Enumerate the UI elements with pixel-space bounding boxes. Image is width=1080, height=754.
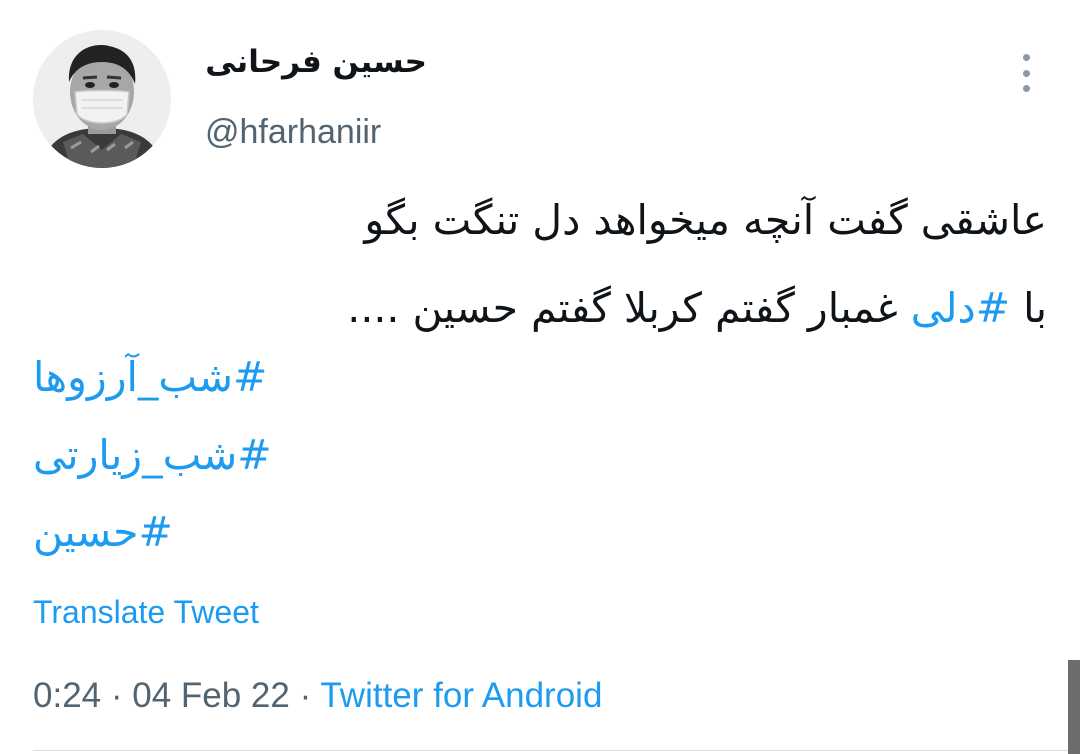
tweet-time[interactable]: 0:24: [33, 676, 101, 715]
translate-tweet-link[interactable]: Translate Tweet: [33, 594, 259, 631]
tweet-text-line-1: عاشقی گفت آنچه میخواهد دل تنگت بگو: [364, 196, 1047, 244]
scrollbar[interactable]: [1068, 660, 1080, 754]
more-dot: [1022, 85, 1030, 92]
meta-separator: ·: [289, 676, 321, 715]
avatar[interactable]: [33, 30, 171, 168]
divider: [33, 750, 1080, 751]
more-dot: [1022, 69, 1030, 77]
hashtag-link-inline[interactable]: #دلی: [911, 284, 1010, 332]
tweet-metadata: 0:24 · 04 Feb 22 · Twitter for Android: [33, 676, 602, 716]
tweet-source-link[interactable]: Twitter for Android: [320, 676, 602, 715]
tweet-text-line-2: با #دلی غمبار گفتم کربلا گفتم حسین ....: [347, 288, 1047, 329]
profile-photo: [33, 30, 171, 168]
tweet-date[interactable]: 04 Feb 22: [132, 676, 290, 715]
hashtag-link[interactable]: #شب_آرزوها: [33, 357, 267, 398]
author-display-name[interactable]: حسین فرحانی: [205, 44, 427, 80]
author-handle[interactable]: @hfarhaniir: [205, 113, 381, 152]
hashtag-link[interactable]: #حسین: [33, 512, 173, 553]
tweet-text-segment: با: [1010, 284, 1047, 332]
more-vertical-icon[interactable]: [1006, 52, 1046, 94]
more-dot: [1022, 54, 1030, 61]
meta-separator: ·: [101, 676, 133, 715]
hashtag-link[interactable]: #شب_زیارتی: [33, 435, 272, 476]
tweet-text-segment: غمبار گفتم کربلا گفتم حسین ....: [347, 284, 911, 332]
